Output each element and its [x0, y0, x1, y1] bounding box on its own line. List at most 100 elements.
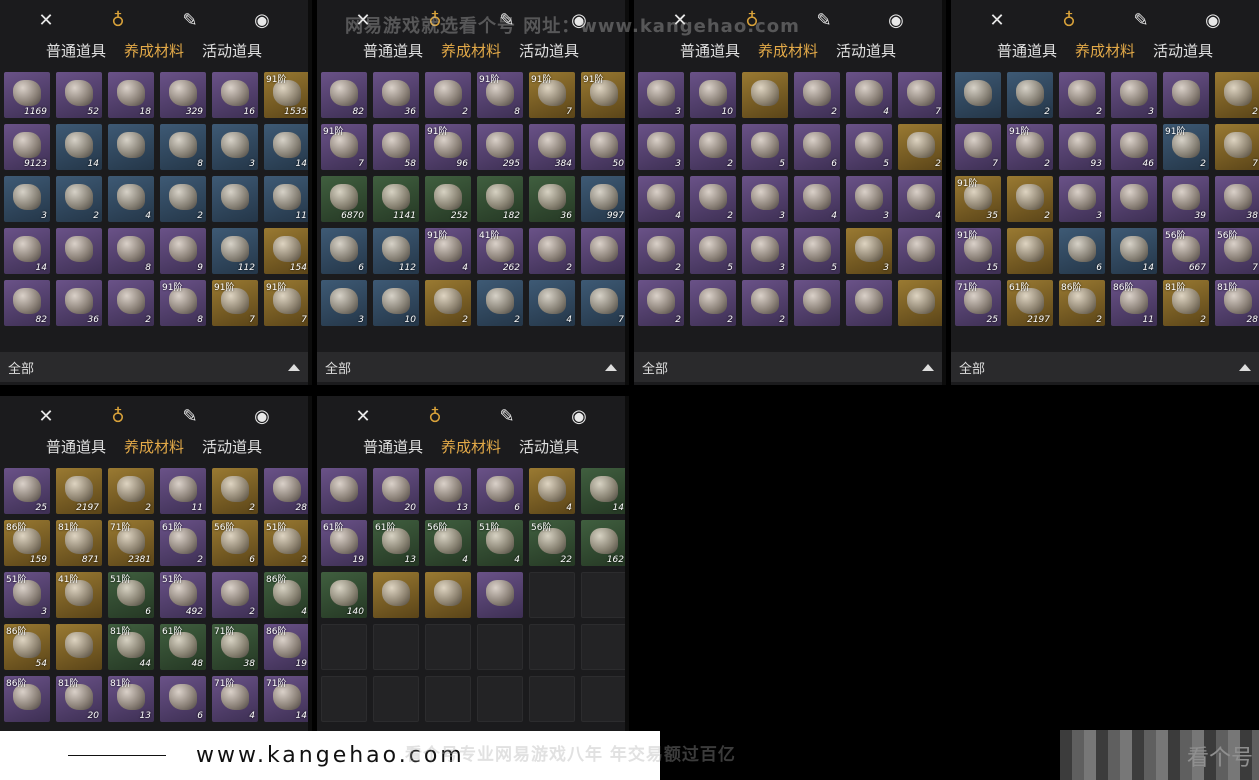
item-slot[interactable]: 51阶 6 [108, 572, 154, 618]
tab-event-items[interactable]: 活动道具 [519, 436, 579, 464]
item-slot[interactable]: 86阶 159 [4, 520, 50, 566]
item-slot[interactable] [477, 572, 523, 618]
item-slot[interactable]: 2 [160, 176, 206, 222]
item-slot[interactable]: 86阶 [4, 676, 50, 722]
item-slot[interactable]: 3 [638, 124, 684, 170]
tab-event-items[interactable]: 活动道具 [202, 436, 262, 464]
item-slot[interactable]: 2 [690, 176, 736, 222]
filter-dropdown[interactable]: 全部 [317, 352, 625, 382]
item-slot[interactable]: 3 [321, 280, 367, 326]
item-slot[interactable] [742, 72, 788, 118]
pouch-icon[interactable]: ♁ [1057, 8, 1081, 32]
item-slot[interactable]: 2 [529, 228, 575, 274]
item-slot[interactable]: 91阶 2 [1007, 124, 1053, 170]
item-slot[interactable]: 2 [1007, 176, 1053, 222]
item-slot[interactable]: 86阶 4 [264, 572, 308, 618]
item-slot[interactable]: 46 [1111, 124, 1157, 170]
item-slot[interactable] [955, 72, 1001, 118]
empty-slot[interactable] [581, 572, 625, 618]
item-slot[interactable]: 4 [898, 176, 942, 222]
item-slot[interactable]: 20 [373, 468, 419, 514]
item-slot[interactable] [425, 572, 471, 618]
item-slot[interactable]: 6 [477, 468, 523, 514]
empty-slot[interactable] [529, 676, 575, 722]
item-slot[interactable]: 10 [690, 72, 736, 118]
tab-growth-materials[interactable]: 养成材料 [1075, 40, 1135, 68]
item-slot[interactable]: 93 [1059, 124, 1105, 170]
item-slot[interactable] [108, 124, 154, 170]
tab-normal-items[interactable]: 普通道具 [363, 436, 423, 464]
item-slot[interactable]: 28 [264, 468, 308, 514]
item-slot[interactable]: 39 [1163, 176, 1209, 222]
item-slot[interactable]: 6 [1059, 228, 1105, 274]
item-slot[interactable] [846, 280, 892, 326]
tab-normal-items[interactable]: 普通道具 [997, 40, 1057, 68]
scroll-icon[interactable]: ✎ [495, 404, 519, 428]
item-slot[interactable]: 2 [1059, 72, 1105, 118]
item-slot[interactable]: 58 [373, 124, 419, 170]
item-slot[interactable]: 71阶 38 [212, 624, 258, 670]
item-slot[interactable]: 11 [264, 176, 308, 222]
filter-dropdown[interactable]: 全部 [951, 352, 1259, 382]
item-slot[interactable]: 6870 [321, 176, 367, 222]
item-slot[interactable]: 86阶 19 [264, 624, 308, 670]
item-slot[interactable]: 112 [212, 228, 258, 274]
crossed-swords-icon[interactable]: ✕ [985, 8, 1009, 32]
item-slot[interactable]: 91阶 35 [955, 176, 1001, 222]
empty-slot[interactable] [477, 624, 523, 670]
empty-slot[interactable] [425, 676, 471, 722]
map-pin-icon[interactable]: ◉ [250, 404, 274, 428]
item-slot[interactable]: 56阶 22 [529, 520, 575, 566]
item-slot[interactable]: 3 [212, 124, 258, 170]
item-slot[interactable]: 4 [108, 176, 154, 222]
pouch-icon[interactable]: ♁ [106, 404, 130, 428]
item-slot[interactable]: 82 [4, 280, 50, 326]
item-slot[interactable]: 91阶 4 [425, 228, 471, 274]
empty-slot[interactable] [373, 624, 419, 670]
item-slot[interactable]: 91阶 8 [160, 280, 206, 326]
item-slot[interactable] [1163, 72, 1209, 118]
item-slot[interactable]: 3 [846, 228, 892, 274]
empty-slot[interactable] [529, 572, 575, 618]
item-slot[interactable]: 51阶 3 [4, 572, 50, 618]
item-slot[interactable]: 81阶 871 [56, 520, 102, 566]
item-slot[interactable]: 81阶 44 [108, 624, 154, 670]
item-slot[interactable]: 56阶 6 [212, 520, 258, 566]
empty-slot[interactable] [321, 676, 367, 722]
item-slot[interactable]: 71阶 14 [264, 676, 308, 722]
item-slot[interactable]: 86阶 2 [1059, 280, 1105, 326]
item-slot[interactable]: 7 [1215, 124, 1259, 170]
item-slot[interactable] [321, 468, 367, 514]
tab-growth-materials[interactable]: 养成材料 [758, 40, 818, 68]
item-slot[interactable]: 11 [160, 468, 206, 514]
item-slot[interactable] [898, 228, 942, 274]
item-slot[interactable]: 91阶 7 [264, 280, 308, 326]
empty-slot[interactable] [581, 624, 625, 670]
scroll-icon[interactable]: ✎ [178, 404, 202, 428]
item-slot[interactable]: 5 [742, 124, 788, 170]
item-slot[interactable]: 9 [160, 228, 206, 274]
item-slot[interactable]: 7 [898, 72, 942, 118]
tab-normal-items[interactable]: 普通道具 [46, 40, 106, 68]
item-slot[interactable]: 2 [742, 280, 788, 326]
filter-dropdown[interactable]: 全部 [634, 352, 942, 382]
item-slot[interactable]: 2 [108, 468, 154, 514]
item-slot[interactable]: 3 [1059, 176, 1105, 222]
item-slot[interactable]: 14 [4, 228, 50, 274]
item-slot[interactable]: 2 [212, 468, 258, 514]
item-slot[interactable]: 10 [373, 280, 419, 326]
item-slot[interactable]: 5 [690, 228, 736, 274]
item-slot[interactable]: 50 [581, 124, 625, 170]
item-slot[interactable] [1007, 228, 1053, 274]
item-slot[interactable]: 13 [425, 468, 471, 514]
tab-event-items[interactable]: 活动道具 [836, 40, 896, 68]
item-slot[interactable]: 91阶 1535 [264, 72, 308, 118]
map-pin-icon[interactable]: ◉ [567, 404, 591, 428]
filter-dropdown[interactable]: 全部 [0, 352, 308, 382]
item-slot[interactable]: 41阶 262 [477, 228, 523, 274]
map-pin-icon[interactable]: ◉ [884, 8, 908, 32]
tab-normal-items[interactable]: 普通道具 [680, 40, 740, 68]
item-slot[interactable] [56, 228, 102, 274]
tab-growth-materials[interactable]: 养成材料 [124, 40, 184, 68]
tab-event-items[interactable]: 活动道具 [519, 40, 579, 68]
